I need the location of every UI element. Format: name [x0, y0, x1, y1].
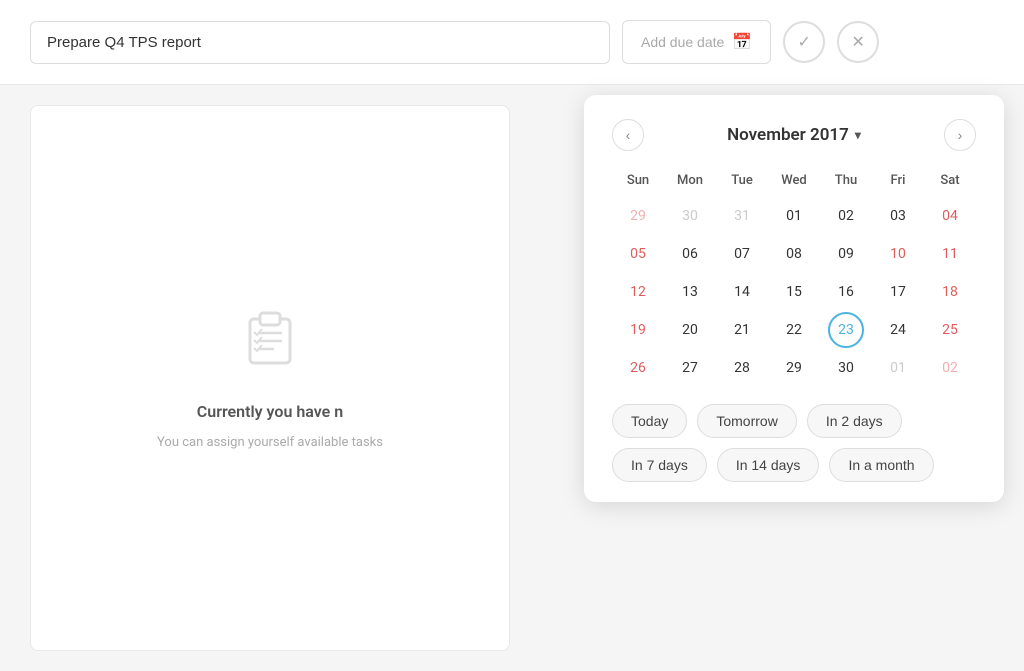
due-date-label: Add due date — [641, 34, 724, 50]
prev-month-button[interactable]: ‹ — [612, 119, 644, 151]
quick-date-button[interactable]: In 14 days — [717, 448, 820, 482]
weekday-label: Fri — [872, 169, 924, 192]
calendar-day[interactable]: 29 — [776, 350, 812, 386]
calendar-header: ‹ November 2017 ▾ › — [612, 119, 976, 151]
calendar-day[interactable]: 26 — [620, 350, 656, 386]
calendar-dropdown: ‹ November 2017 ▾ › SunMonTueWedThuFriSa… — [584, 95, 1004, 502]
calendar-weekdays: SunMonTueWedThuFriSat — [612, 169, 976, 192]
calendar-day[interactable]: 01 — [880, 350, 916, 386]
clipboard-icon — [238, 303, 302, 382]
weekday-label: Tue — [716, 169, 768, 192]
cancel-button[interactable]: ✕ — [837, 21, 879, 63]
calendar-day[interactable]: 10 — [880, 236, 916, 272]
quick-buttons-container: Today Tomorrow In 2 days In 7 days In 14 day… — [612, 404, 976, 482]
calendar-day[interactable]: 16 — [828, 274, 864, 310]
calendar-day[interactable]: 04 — [932, 198, 968, 234]
calendar-day[interactable]: 12 — [620, 274, 656, 310]
weekday-label: Sun — [612, 169, 664, 192]
calendar-day[interactable]: 19 — [620, 312, 656, 348]
month-title[interactable]: November 2017 ▾ — [727, 125, 861, 145]
calendar-day[interactable]: 09 — [828, 236, 864, 272]
checkmark-icon: ✓ — [798, 32, 811, 52]
no-tasks-subtitle: You can assign yourself available tasks — [157, 433, 383, 453]
calendar-day[interactable]: 30 — [672, 198, 708, 234]
next-month-button[interactable]: › — [944, 119, 976, 151]
calendar-day[interactable]: 05 — [620, 236, 656, 272]
confirm-button[interactable]: ✓ — [783, 21, 825, 63]
calendar-day[interactable]: 07 — [724, 236, 760, 272]
quick-date-button[interactable]: In 7 days — [612, 448, 707, 482]
calendar-day[interactable]: 08 — [776, 236, 812, 272]
calendar-day[interactable]: 28 — [724, 350, 760, 386]
quick-date-button[interactable]: Tomorrow — [697, 404, 796, 438]
calendar-day[interactable]: 27 — [672, 350, 708, 386]
calendar-day[interactable]: 02 — [828, 198, 864, 234]
no-tasks-title: Currently you have n — [197, 402, 343, 421]
calendar-day[interactable]: 13 — [672, 274, 708, 310]
calendar-day[interactable]: 03 — [880, 198, 916, 234]
close-icon: ✕ — [852, 32, 865, 52]
calendar-day[interactable]: 01 — [776, 198, 812, 234]
quick-date-button[interactable]: Today — [612, 404, 687, 438]
calendar-day[interactable]: 31 — [724, 198, 760, 234]
calendar-day[interactable]: 06 — [672, 236, 708, 272]
calendar-day[interactable]: 14 — [724, 274, 760, 310]
task-input[interactable] — [30, 21, 610, 64]
calendar-day[interactable]: 18 — [932, 274, 968, 310]
calendar-days: 29 30 31 01 02 03 04 05 06 07 08 09 10 11 12 13 14 15 16 17… — [612, 198, 976, 386]
calendar-grid: SunMonTueWedThuFriSat 29 30 31 01 02 03 04 05 06… — [612, 169, 976, 386]
calendar-day[interactable]: 20 — [672, 312, 708, 348]
calendar-day[interactable]: 24 — [880, 312, 916, 348]
calendar-day[interactable]: 30 — [828, 350, 864, 386]
calendar-day[interactable]: 17 — [880, 274, 916, 310]
chevron-left-icon: ‹ — [626, 127, 631, 143]
calendar-day[interactable]: 25 — [932, 312, 968, 348]
top-bar: Add due date 📅 ✓ ✕ — [0, 0, 1024, 85]
calendar-day[interactable]: 21 — [724, 312, 760, 348]
main-area: Currently you have n You can assign your… — [0, 85, 1024, 671]
weekday-label: Mon — [664, 169, 716, 192]
calendar-day[interactable]: 15 — [776, 274, 812, 310]
quick-date-button[interactable]: In a month — [829, 448, 933, 482]
calendar-icon: 📅 — [732, 32, 752, 52]
calendar-day[interactable]: 23 — [828, 312, 864, 348]
calendar-day[interactable]: 02 — [932, 350, 968, 386]
weekday-label: Sat — [924, 169, 976, 192]
calendar-day[interactable]: 29 — [620, 198, 656, 234]
chevron-right-icon: › — [958, 127, 963, 143]
weekday-label: Thu — [820, 169, 872, 192]
weekday-label: Wed — [768, 169, 820, 192]
content-panel: Currently you have n You can assign your… — [30, 105, 510, 651]
quick-date-button[interactable]: In 2 days — [807, 404, 902, 438]
chevron-down-icon: ▾ — [855, 128, 861, 142]
calendar-day[interactable]: 22 — [776, 312, 812, 348]
due-date-button[interactable]: Add due date 📅 — [622, 20, 771, 64]
calendar-day[interactable]: 11 — [932, 236, 968, 272]
